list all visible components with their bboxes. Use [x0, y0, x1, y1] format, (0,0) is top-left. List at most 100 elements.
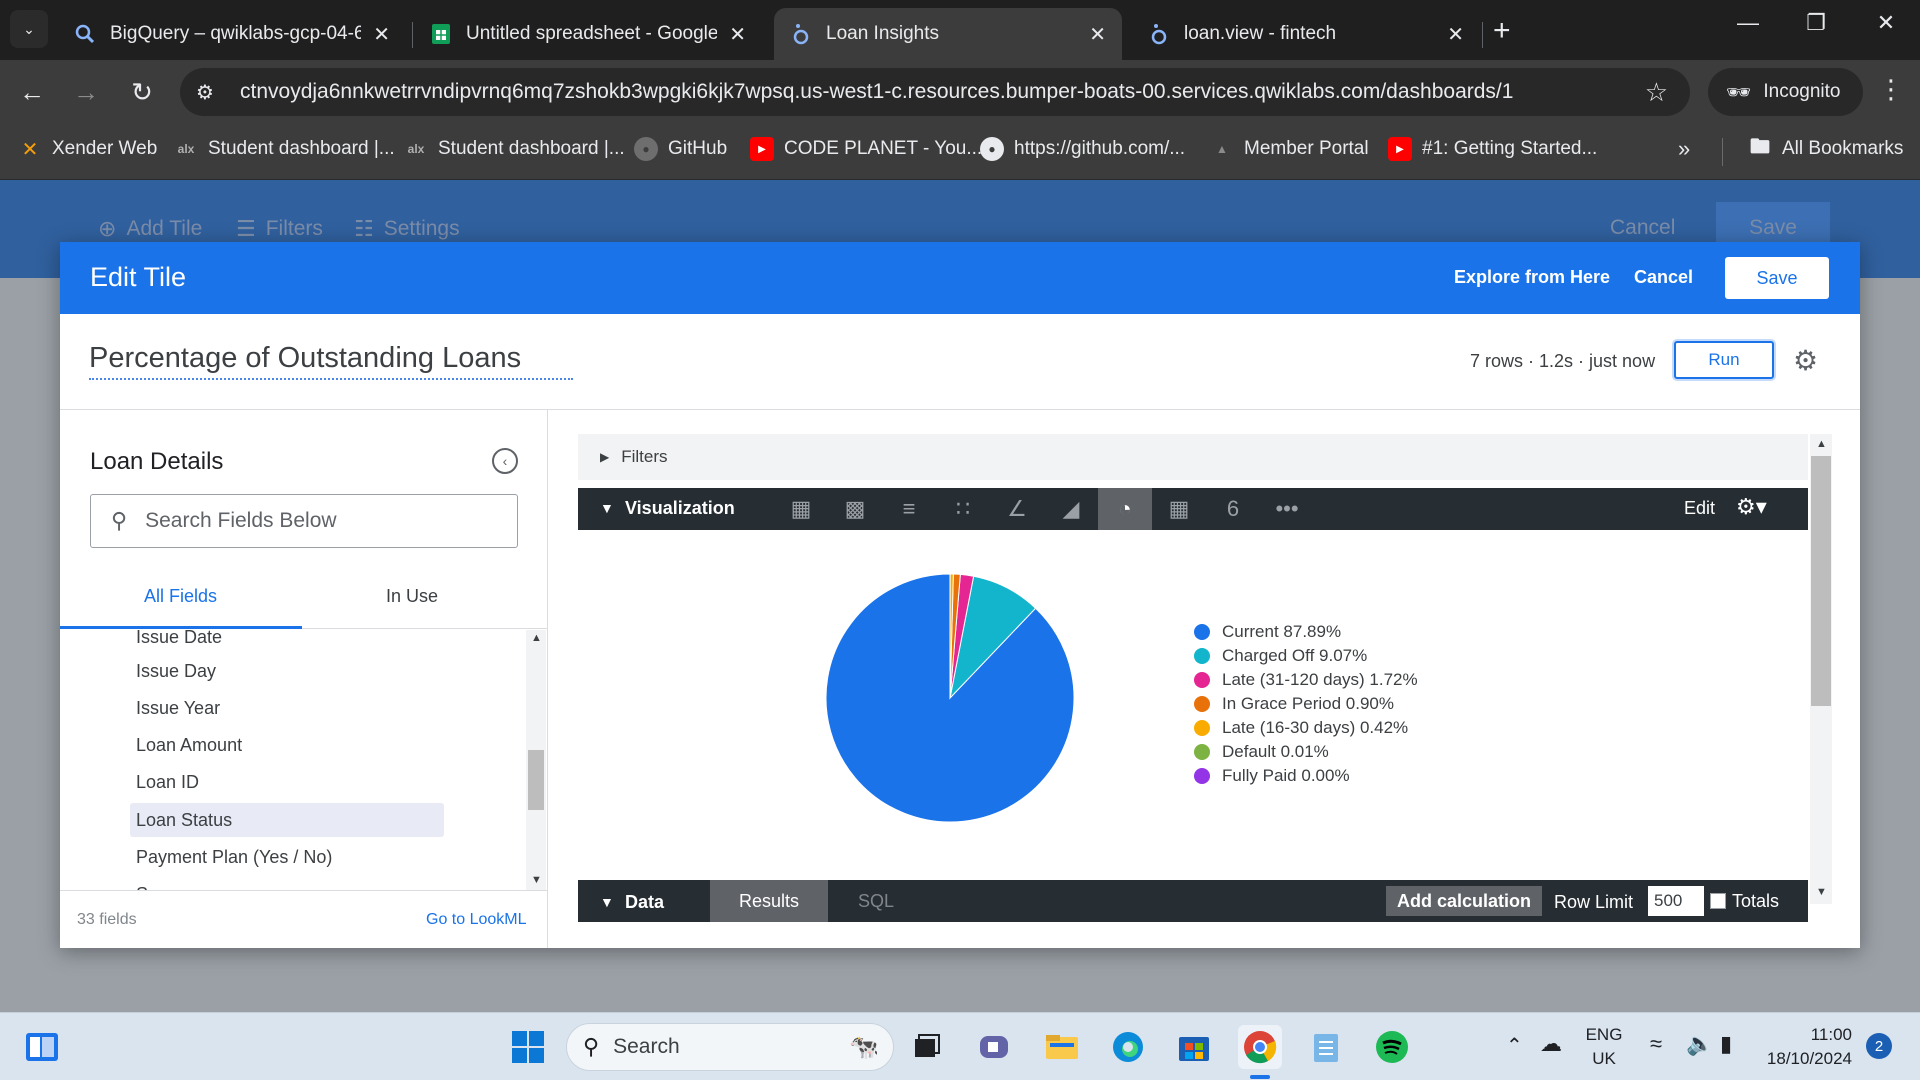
- chrome-icon[interactable]: [1238, 1025, 1282, 1069]
- close-icon[interactable]: ✕: [373, 22, 390, 47]
- tab-search-button[interactable]: ⌄: [10, 10, 48, 48]
- go-to-lookml-link[interactable]: Go to LookML: [426, 911, 527, 929]
- bookmark-item[interactable]: ▶ #1: Getting Started...: [1388, 137, 1597, 161]
- file-explorer-icon[interactable]: [1040, 1025, 1084, 1069]
- incognito-indicator[interactable]: 🕶 Incognito: [1708, 68, 1863, 116]
- notification-badge[interactable]: 2: [1866, 1033, 1892, 1059]
- list-item[interactable]: Issue Date: [130, 630, 444, 654]
- window-close-button[interactable]: ✕: [1866, 10, 1906, 36]
- area-icon[interactable]: ◢: [1044, 488, 1098, 530]
- tab-loan-insights[interactable]: Loan Insights ✕: [774, 8, 1122, 60]
- tab-bigquery[interactable]: BigQuery – qwiklabs-gcp-04-69 ✕: [58, 8, 406, 60]
- viz-edit-button[interactable]: Edit: [1684, 498, 1715, 519]
- row-limit-input[interactable]: 500: [1648, 886, 1704, 916]
- legend-item[interactable]: Current 87.89%: [1194, 620, 1418, 644]
- list-item[interactable]: Issue Year: [130, 691, 444, 725]
- bookmark-item[interactable]: ● GitHub: [634, 137, 727, 161]
- bookmark-item[interactable]: ▲ Member Portal: [1210, 137, 1369, 161]
- run-button[interactable]: Run: [1674, 341, 1774, 379]
- clock-date[interactable]: 18/10/2024: [1750, 1049, 1852, 1069]
- clock-time[interactable]: 11:00: [1762, 1025, 1852, 1045]
- gear-icon[interactable]: ⚙: [1793, 344, 1818, 377]
- scroll-down-icon[interactable]: ▼: [531, 874, 542, 886]
- add-calculation-button[interactable]: Add calculation: [1386, 886, 1542, 916]
- bookmark-item[interactable]: ● https://github.com/...: [980, 137, 1185, 161]
- volume-icon[interactable]: 🔈: [1686, 1031, 1713, 1057]
- taskbar-search-input[interactable]: ⚲ Search 🐄: [566, 1023, 894, 1071]
- list-item[interactable]: Loan Amount: [130, 728, 444, 762]
- scrollbar-thumb[interactable]: [528, 750, 544, 810]
- table-icon[interactable]: ▦: [774, 488, 828, 530]
- close-icon[interactable]: ✕: [1089, 22, 1106, 47]
- legend-item[interactable]: Late (16-30 days) 0.42%: [1194, 716, 1418, 740]
- language-line2[interactable]: UK: [1584, 1049, 1624, 1069]
- list-item-selected[interactable]: Loan Status: [130, 803, 444, 837]
- onedrive-icon[interactable]: ☁: [1540, 1031, 1562, 1057]
- totals-checkbox[interactable]: [1710, 893, 1726, 909]
- legend-item[interactable]: Default 0.01%: [1194, 740, 1418, 764]
- close-icon[interactable]: ✕: [729, 22, 746, 47]
- bookmark-star-icon[interactable]: ☆: [1645, 77, 1668, 108]
- map-icon[interactable]: ▦: [1152, 488, 1206, 530]
- scroll-up-icon[interactable]: ▲: [531, 632, 542, 644]
- tab-results[interactable]: Results: [710, 880, 828, 922]
- line-icon[interactable]: ∠: [990, 488, 1044, 530]
- language-line1[interactable]: ENG: [1584, 1025, 1624, 1045]
- tray-overflow-icon[interactable]: ⌃: [1506, 1033, 1523, 1058]
- viz-settings-gear-icon[interactable]: ⚙▾: [1736, 494, 1767, 520]
- bookmark-item[interactable]: ▶ CODE PLANET - You...: [750, 137, 982, 161]
- explore-from-here-link[interactable]: Explore from Here: [1454, 267, 1610, 288]
- close-icon[interactable]: ✕: [1447, 22, 1464, 47]
- bookmark-item[interactable]: alx Student dashboard |...: [174, 137, 395, 161]
- dashboard-cancel-button[interactable]: Cancel: [1610, 216, 1675, 240]
- scroll-up-icon[interactable]: ▲: [1816, 438, 1827, 450]
- restore-button[interactable]: ❐: [1796, 10, 1836, 36]
- bookmarks-overflow-icon[interactable]: »: [1678, 136, 1690, 162]
- list-item[interactable]: Payment Plan (Yes / No): [130, 840, 444, 874]
- dashboard-settings-button[interactable]: ☷ Settings: [354, 216, 460, 242]
- bookmark-item[interactable]: alx Student dashboard |...: [404, 137, 625, 161]
- caret-down-icon[interactable]: ▼: [600, 894, 614, 910]
- dashboard-filters-button[interactable]: ☰ Filters: [236, 216, 323, 242]
- list-item[interactable]: S: [130, 877, 444, 891]
- content-scrollbar[interactable]: ▲ ▼: [1810, 434, 1832, 904]
- address-bar[interactable]: ⚙ ctnvoydja6nnkwetrrvndipvrnq6mq7zshokb3…: [180, 68, 1690, 116]
- forward-button[interactable]: →: [68, 74, 104, 110]
- spotify-icon[interactable]: [1370, 1025, 1414, 1069]
- more-icon[interactable]: •••: [1260, 488, 1314, 530]
- legend-item[interactable]: Late (31-120 days) 1.72%: [1194, 668, 1418, 692]
- tile-title-input[interactable]: Percentage of Outstanding Loans: [89, 342, 573, 380]
- bar-icon[interactable]: ≡: [882, 488, 936, 530]
- tab-all-fields[interactable]: All Fields: [144, 586, 217, 607]
- collapse-panel-icon[interactable]: ‹: [492, 448, 518, 474]
- tab-spreadsheet[interactable]: Untitled spreadsheet - Google S ✕: [414, 8, 762, 60]
- tab-in-use[interactable]: In Use: [386, 586, 438, 607]
- reload-button[interactable]: ↻: [124, 74, 160, 110]
- new-tab-button[interactable]: +: [1493, 14, 1511, 48]
- legend-item[interactable]: In Grace Period 0.90%: [1194, 692, 1418, 716]
- list-item[interactable]: Issue Day: [130, 654, 444, 688]
- notepad-icon[interactable]: [1304, 1025, 1348, 1069]
- widgets-icon[interactable]: [20, 1025, 64, 1069]
- scrollbar-thumb[interactable]: [1811, 456, 1831, 706]
- menu-kebab-icon[interactable]: ⋮: [1878, 74, 1904, 105]
- all-bookmarks-button[interactable]: 🖿 All Bookmarks: [1748, 136, 1903, 161]
- edge-icon[interactable]: [1106, 1025, 1150, 1069]
- field-search-input[interactable]: ⚲ Search Fields Below: [90, 494, 518, 548]
- pie-icon[interactable]: ◔: [1098, 488, 1152, 530]
- teams-icon[interactable]: [972, 1025, 1016, 1069]
- column-icon[interactable]: ▩: [828, 488, 882, 530]
- bookmark-item[interactable]: ✕ Xender Web: [18, 137, 158, 161]
- data-label[interactable]: Data: [625, 892, 664, 913]
- modal-cancel-button[interactable]: Cancel: [1634, 267, 1693, 288]
- visualization-label[interactable]: Visualization: [625, 498, 735, 519]
- add-tile-button[interactable]: ⊕ Add Tile: [98, 216, 202, 242]
- field-list-scrollbar[interactable]: ▲ ▼: [526, 630, 546, 890]
- site-info-icon[interactable]: ⚙: [196, 80, 226, 105]
- tab-sql[interactable]: SQL: [828, 880, 924, 922]
- modal-save-button[interactable]: Save: [1725, 257, 1829, 299]
- store-icon[interactable]: [1172, 1025, 1216, 1069]
- minimize-button[interactable]: —: [1728, 10, 1768, 36]
- task-view-icon[interactable]: [904, 1025, 948, 1069]
- legend-item[interactable]: Charged Off 9.07%: [1194, 644, 1418, 668]
